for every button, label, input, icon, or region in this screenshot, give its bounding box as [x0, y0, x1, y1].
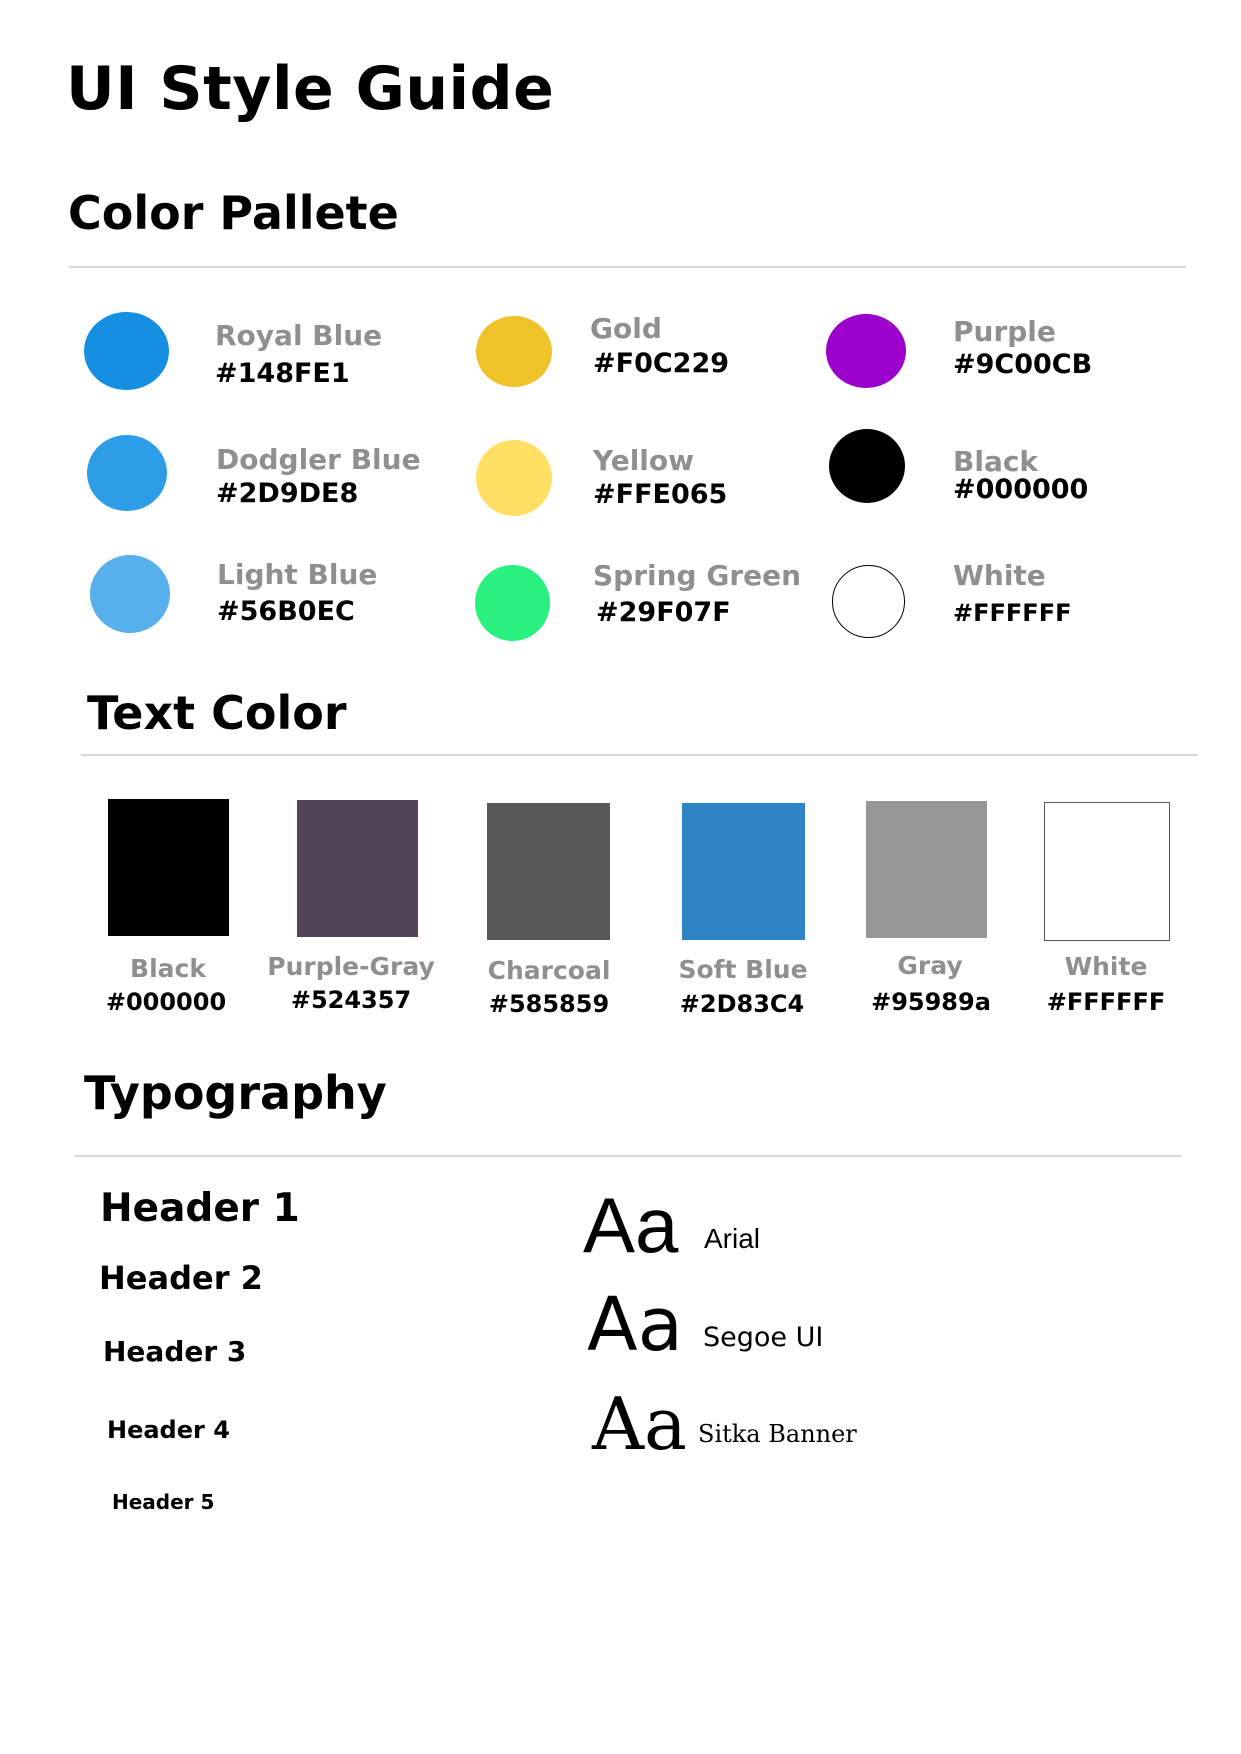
text-color-hex: #2D83C4 [679, 990, 805, 1018]
text-swatch-purple-gray [297, 800, 418, 937]
color-hex: #FFFFFF [953, 599, 1072, 627]
font-sample-arial: Aa [583, 1181, 679, 1269]
header-4-sample: Header 4 [107, 1416, 230, 1444]
text-swatch-black [108, 799, 229, 936]
text-color-name: Black [130, 954, 206, 983]
color-name: Royal Blue [215, 319, 383, 352]
color-hex: #29F07F [596, 597, 731, 628]
color-swatch-white [832, 565, 905, 638]
text-swatch-soft-blue [682, 803, 805, 940]
color-swatch-spring-green [475, 565, 550, 641]
text-color-hex: #524357 [290, 986, 412, 1014]
color-name: Gold [590, 312, 662, 345]
color-name: Dodgler Blue [216, 443, 421, 476]
color-name: White [953, 559, 1046, 592]
font-name: Arial [704, 1223, 761, 1254]
color-swatch-black [829, 429, 905, 503]
color-hex: #000000 [953, 474, 1089, 505]
header-5-sample: Header 5 [112, 1490, 215, 1514]
font-name: Segoe UI [703, 1322, 824, 1353]
color-name: Light Blue [217, 558, 378, 591]
color-swatch-royal-blue [84, 312, 169, 390]
text-color-name: White [1064, 952, 1148, 981]
typography-heading: Typography [84, 1066, 387, 1120]
page-title: UI Style Guide [66, 54, 555, 124]
text-color-hex: #000000 [105, 988, 227, 1016]
font-name: Sitka Banner [698, 1420, 857, 1448]
color-swatch-gold [476, 316, 552, 387]
color-hex: #56B0EC [217, 596, 355, 627]
color-hex: #F0C229 [593, 348, 730, 379]
color-swatch-dodgler-blue [87, 435, 167, 511]
divider [69, 266, 1186, 268]
color-hex: #9C00CB [953, 349, 1093, 380]
color-hex: #148FE1 [215, 358, 350, 389]
font-sample-segoe-ui: Aa [587, 1282, 683, 1368]
text-color-name: Gray [897, 951, 963, 980]
text-swatch-gray [866, 801, 987, 938]
color-swatch-yellow [476, 440, 552, 516]
color-swatch-light-blue [90, 555, 170, 633]
text-swatch-charcoal [487, 803, 610, 940]
color-palette-heading: Color Pallete [68, 186, 399, 240]
color-name: Purple [953, 315, 1056, 348]
color-name: Yellow [593, 444, 694, 477]
header-1-sample: Header 1 [100, 1186, 300, 1231]
font-sample-sitka-banner: Aa [592, 1382, 687, 1466]
header-2-sample: Header 2 [99, 1259, 263, 1297]
text-color-hex: #95989a [871, 988, 991, 1016]
text-color-name: Purple-Gray [267, 952, 435, 981]
text-color-hex: #FFFFFF [1046, 988, 1166, 1016]
text-color-hex: #585859 [488, 990, 610, 1018]
color-name: Spring Green [593, 559, 802, 592]
text-color-name: Charcoal [487, 956, 611, 985]
header-3-sample: Header 3 [103, 1335, 247, 1368]
text-color-name: Soft Blue [678, 955, 808, 984]
text-swatch-white [1044, 802, 1170, 941]
divider [81, 754, 1198, 756]
color-hex: #FFE065 [593, 479, 728, 510]
color-swatch-purple [826, 314, 906, 388]
text-color-heading: Text Color [87, 686, 347, 740]
divider [75, 1155, 1181, 1157]
color-hex: #2D9DE8 [216, 478, 359, 509]
